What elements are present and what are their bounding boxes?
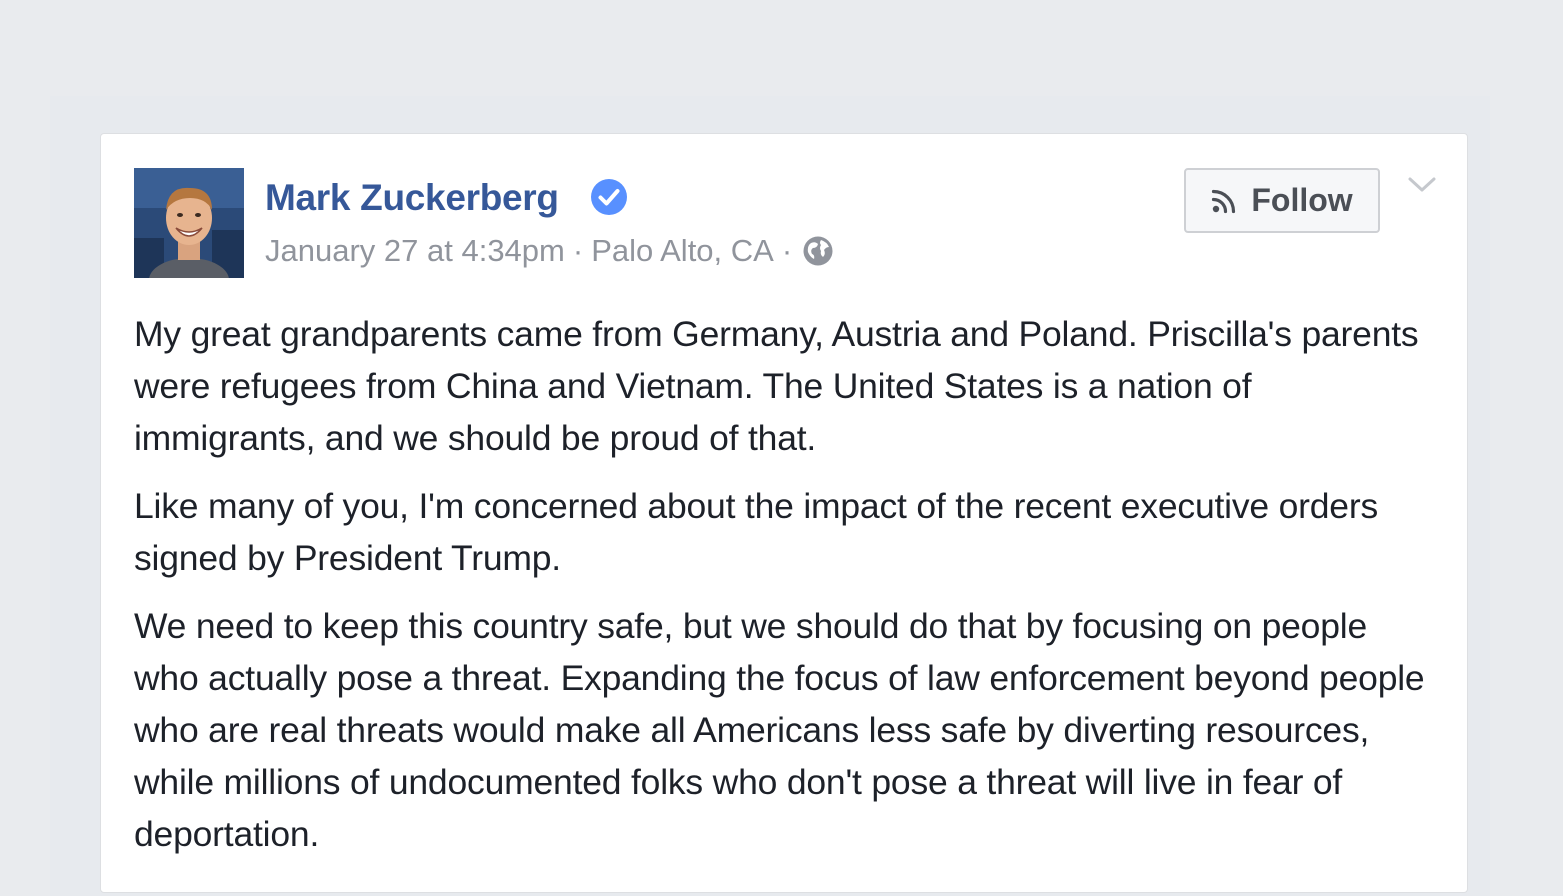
- post-paragraph: We need to keep this country safe, but w…: [134, 606, 1425, 854]
- author-name[interactable]: Mark Zuckerberg: [265, 176, 559, 220]
- follow-button-label: Follow: [1251, 182, 1353, 218]
- post-card: Mark Zuckerberg January 27 at 4:34pm · P…: [100, 133, 1468, 893]
- avatar-photo: [134, 168, 244, 278]
- post-timestamp[interactable]: January 27 at 4:34pm: [265, 231, 565, 271]
- rss-icon: [1212, 189, 1236, 213]
- post-meta: January 27 at 4:34pm · Palo Alto, CA ·: [265, 231, 834, 271]
- post-paragraph: Like many of you, I'm concerned about th…: [134, 486, 1379, 578]
- verified-badge-icon: [591, 179, 627, 215]
- avatar[interactable]: [134, 168, 244, 278]
- post-location[interactable]: Palo Alto, CA: [591, 231, 774, 271]
- meta-separator: ·: [572, 233, 584, 268]
- follow-button[interactable]: Follow: [1184, 168, 1380, 233]
- post-paragraph: My great grandparents came from Germany,…: [134, 314, 1419, 458]
- meta-separator: ·: [781, 233, 793, 268]
- post-body: My great grandparents came from Germany,…: [134, 308, 1434, 876]
- globe-icon[interactable]: [802, 235, 834, 267]
- chevron-down-icon[interactable]: [1407, 174, 1437, 196]
